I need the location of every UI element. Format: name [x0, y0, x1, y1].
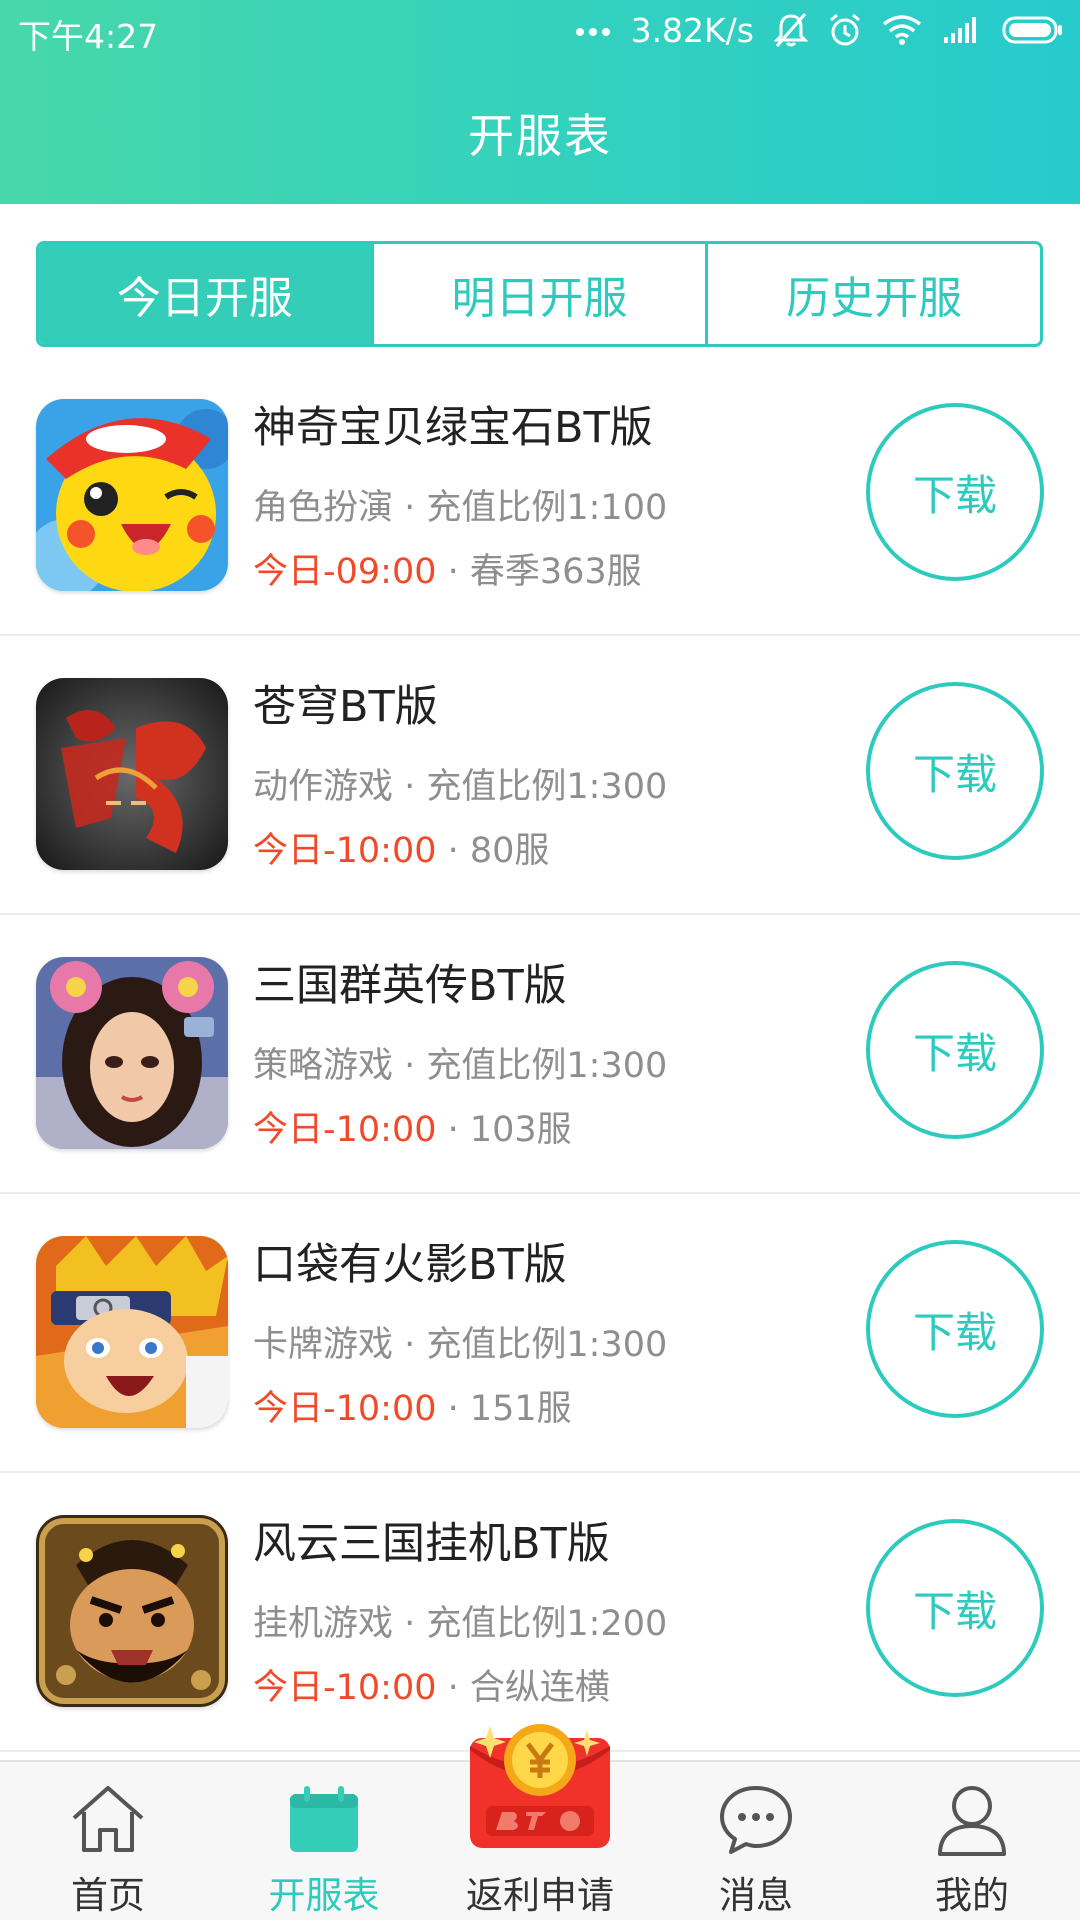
game-meta: 卡牌游戏 · 充值比例1:300: [253, 1325, 668, 1365]
download-button[interactable]: 下载: [866, 1519, 1044, 1697]
app-header: 下午4:27 3.82K/s 开服表: [0, 0, 1080, 204]
game-name: 神奇宝贝绿宝石BT版: [253, 403, 653, 453]
user-icon: [932, 1780, 1012, 1860]
nav-home[interactable]: 首页: [0, 1762, 216, 1920]
nav-label: 开服表: [268, 1874, 380, 1917]
open-time: 今日-09:00: [253, 552, 437, 592]
game-open-time: 今日-10:00 · 151服: [253, 1380, 572, 1431]
list-item[interactable]: 风云三国挂机BT版 挂机游戏 · 充值比例1:200 今日-10:00 · 合纵…: [0, 1473, 1080, 1752]
download-button[interactable]: 下载: [866, 961, 1044, 1139]
list-item[interactable]: 苍穹BT版 动作游戏 · 充值比例1:300 今日-10:00 · 80服 下载: [0, 636, 1080, 915]
tab-tomorrow[interactable]: 明日开服: [370, 244, 706, 344]
page-title: 开服表: [468, 109, 612, 163]
game-name: 口袋有火影BT版: [253, 1240, 567, 1290]
cangqiong-icon[interactable]: [36, 678, 228, 870]
game-list: 神奇宝贝绿宝石BT版 角色扮演 · 充值比例1:100 今日-09:00 · 春…: [0, 357, 1080, 1752]
nav-profile[interactable]: 我的: [864, 1762, 1080, 1920]
game-open-time: 今日-10:00 · 80服: [253, 822, 549, 873]
server-name: · 80服: [436, 831, 550, 871]
server-name: · 103服: [436, 1110, 572, 1150]
list-item[interactable]: 口袋有火影BT版 卡牌游戏 · 充值比例1:300 今日-10:00 · 151…: [0, 1194, 1080, 1473]
open-time: 今日-10:00: [253, 1389, 437, 1429]
server-name: · 春季363服: [436, 552, 642, 592]
game-open-time: 今日-10:00 · 合纵连横: [253, 1659, 610, 1710]
download-button[interactable]: 下载: [866, 682, 1044, 860]
red-envelope-icon[interactable]: [466, 1718, 614, 1850]
home-icon: [68, 1780, 148, 1860]
status-time: 下午4:27: [18, 17, 159, 56]
zhangfei-icon[interactable]: [36, 1515, 228, 1707]
nav-label: 消息: [719, 1874, 793, 1917]
nav-label: 首页: [71, 1874, 145, 1917]
game-meta: 角色扮演 · 充值比例1:100: [253, 488, 668, 528]
server-name: · 合纵连横: [436, 1668, 610, 1708]
game-name: 苍穹BT版: [253, 682, 438, 732]
open-time: 今日-10:00: [253, 1110, 437, 1150]
nav-messages[interactable]: 消息: [648, 1762, 864, 1920]
naruto-icon[interactable]: [36, 1236, 228, 1428]
nav-label: 我的: [935, 1874, 1009, 1917]
signal-icon: [942, 15, 982, 45]
list-item[interactable]: 三国群英传BT版 策略游戏 · 充值比例1:300 今日-10:00 · 103…: [0, 915, 1080, 1194]
download-button[interactable]: 下载: [866, 403, 1044, 581]
dots-icon: [575, 24, 611, 36]
tab-today[interactable]: 今日开服: [39, 244, 371, 344]
mute-icon: [774, 12, 808, 48]
server-name: · 151服: [436, 1389, 572, 1429]
game-open-time: 今日-10:00 · 103服: [253, 1101, 572, 1152]
game-open-time: 今日-09:00 · 春季363服: [253, 543, 642, 594]
chat-icon: [716, 1780, 796, 1860]
nav-label: 返利申请: [466, 1874, 614, 1917]
download-button[interactable]: 下载: [866, 1240, 1044, 1418]
tab-history[interactable]: 历史开服: [705, 244, 1040, 344]
alarm-icon: [828, 12, 862, 48]
calendar-icon: [284, 1780, 364, 1860]
open-time: 今日-10:00: [253, 1668, 437, 1708]
game-meta: 挂机游戏 · 充值比例1:200: [253, 1604, 668, 1644]
game-meta: 动作游戏 · 充值比例1:300: [253, 767, 668, 807]
server-tabs: 今日开服 明日开服 历史开服: [36, 241, 1043, 347]
nav-server-list[interactable]: 开服表: [216, 1762, 432, 1920]
status-bar: 下午4:27 3.82K/s: [0, 0, 1080, 62]
game-meta: 策略游戏 · 充值比例1:300: [253, 1046, 668, 1086]
game-name: 风云三国挂机BT版: [253, 1519, 610, 1569]
open-time: 今日-10:00: [253, 831, 437, 871]
network-speed: 3.82K/s: [630, 10, 754, 50]
list-item[interactable]: 神奇宝贝绿宝石BT版 角色扮演 · 充值比例1:100 今日-09:00 · 春…: [0, 357, 1080, 636]
pikachu-icon[interactable]: [36, 399, 228, 591]
game-name: 三国群英传BT版: [253, 961, 567, 1011]
status-icons: 3.82K/s: [575, 8, 1064, 52]
battery-icon: [1002, 15, 1064, 45]
wifi-icon: [882, 14, 922, 46]
sanguo-girl-icon[interactable]: [36, 957, 228, 1149]
